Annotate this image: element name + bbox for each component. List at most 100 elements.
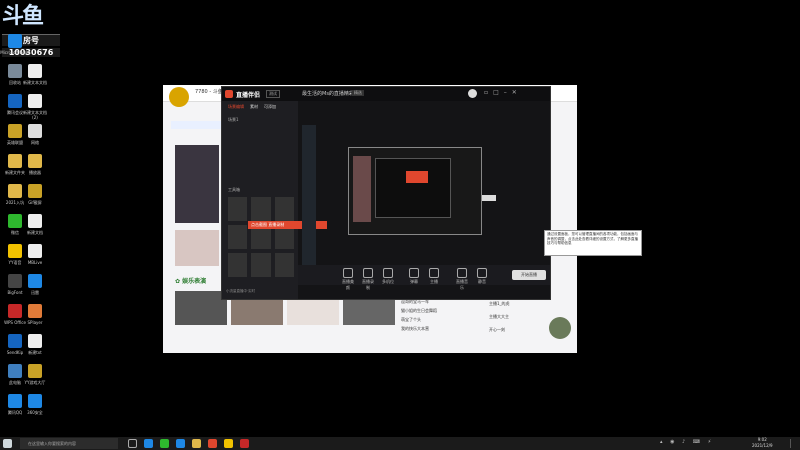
scene-item[interactable]: 场景1 [228,117,292,123]
streaming-app-window[interactable]: 直播伴侣 测试 最生活的Ms的直播精彩 精选 ▫□–✕ 场景编辑 素材 可添加 … [221,86,551,300]
app-icon [28,394,42,408]
app-icon [28,94,42,108]
app-titlebar: 直播伴侣 测试 最生活的Ms的直播精彩 精选 ▫□–✕ [222,87,550,101]
desktop-icon-label: 播放器 [29,170,41,175]
app-icon [8,34,22,48]
tool-icon[interactable] [274,253,294,277]
wechat-icon[interactable] [160,439,169,448]
nested-highlight [406,171,428,183]
tool-icon[interactable] [251,197,271,221]
list-item[interactable]: 萌宝了个头 [401,315,459,324]
taskbar: 在这里输入你要搜索的内容 ▴ ◉ ♪ ⌨ ⚡ 9:02 2021/12/9 [0,437,800,450]
thumbnail[interactable] [175,291,227,325]
scene-tabs: 场景编辑 素材 可添加 [222,101,298,113]
scene-panel: 场景编辑 素材 可添加 场景1 工具箱 点击截图 直播录制 小流量直播中·实时 [222,101,327,299]
desktop-icon[interactable]: YY游戏大厅 [20,364,50,385]
desktop-icon[interactable]: 新建txt [20,334,50,355]
yy-icon[interactable] [224,439,233,448]
header-text: 最生活的Ms的直播精彩 [302,91,354,97]
badge-icon[interactable] [549,317,571,339]
desktop-icon-label: 新建文本文档 [23,80,47,85]
show-desktop-button[interactable] [790,439,797,448]
tab-scene[interactable]: 场景编辑 [228,104,244,110]
list-panel: 逗哥的宝马一车 猫小姐的生日会舞蹈 萌宝了个头 我的快乐大本营 [401,297,459,347]
desktop-icon-label: 360安全 [27,410,43,415]
desktop-icon[interactable]: Gif截屏 [20,184,50,205]
edge-icon[interactable] [144,439,153,448]
anchor-button[interactable]: 主播 [428,268,440,285]
wps-icon[interactable] [240,439,249,448]
right-panel: 主播1_的虎 主播大大主 开心一刻 [489,297,549,337]
tab-add[interactable]: 可添加 [264,104,276,110]
tool-icon[interactable] [228,197,248,221]
desktop-icon-label: YY游戏大厅 [24,380,46,385]
search-box[interactable]: 在这里输入你要搜索的内容 [20,438,118,449]
search-placeholder: 在这里输入你要搜索的内容 [28,441,76,446]
tool-icon[interactable] [228,225,248,249]
record-button[interactable]: 直播录制 [362,268,374,291]
desktop-icon-label: 迅雷 [31,290,39,295]
app-logo-icon [225,90,233,98]
desktop-icon[interactable]: 播放器 [20,154,50,175]
preview-sidebar [302,125,316,265]
desktop-icon[interactable]: SPlayer [20,304,50,325]
desktop-icon[interactable]: 新建文本文档 [20,64,50,85]
tool-icon[interactable] [251,253,271,277]
version-badge[interactable]: 测试 [266,90,280,98]
qq-icon[interactable] [176,439,185,448]
live-app-icon[interactable] [208,439,217,448]
desktop-icon[interactable]: MBLive [20,244,50,265]
clock[interactable]: 9:02 2021/12/9 [752,437,773,449]
system-tray[interactable]: ▴ ◉ ♪ ⌨ ⚡ [660,439,740,448]
footer-status: 小流量直播中·实时 [226,289,256,293]
desktop-icon[interactable]: 网络 [20,124,50,145]
stream-preview[interactable] [348,147,482,235]
nested-preview [375,158,451,218]
task-view-icon[interactable] [128,439,137,448]
start-stream-button[interactable]: 开始直播 [512,270,546,280]
desktop-icon-label: Microsoft Edge [0,50,30,55]
thumbnail[interactable] [175,145,219,223]
explorer-icon[interactable] [192,439,201,448]
desktop-icon-label: 网络 [31,140,39,145]
danmaku-button[interactable]: 弹幕 [408,268,420,285]
app-icon [28,334,42,348]
desktop-icon[interactable]: 新建文档 [20,214,50,235]
desktop-icon-label: Gif截屏 [28,200,42,205]
desktop-icon-label: 新建txt [28,350,42,355]
app-icon [28,154,42,168]
list-item[interactable]: 开心一刻 [489,323,549,336]
leaf-icon: ✿ [175,278,181,285]
multicam-button[interactable]: 多机位 [382,268,394,285]
desktop-icon[interactable]: 新建文本文档 (2) [20,94,50,120]
user-avatar[interactable] [468,89,477,98]
windows-start-icon[interactable] [3,439,12,448]
desktop-icon[interactable]: Microsoft Edge [0,34,30,55]
list-item[interactable]: 猫小姐的生日会舞蹈 [401,306,459,315]
window-controls[interactable]: ▫□–✕ [484,89,522,96]
thumbnail[interactable] [175,230,219,266]
avatar[interactable] [169,87,189,107]
tool-icon[interactable] [228,253,248,277]
mute-button[interactable]: 静音 [476,268,488,285]
music-button[interactable]: 直播音乐 [456,268,468,291]
app-icon [28,274,42,288]
list-item[interactable]: 主播大大主 [489,310,549,323]
app-icon [28,244,42,258]
list-item[interactable]: 我的快乐大本营 [401,324,459,333]
help-tooltip: 通过设置面板，您可以管理直播间的各项功能，包括画面与声音的调整，点击此处查看详细… [544,230,642,256]
bottom-toolbar: 直播美颜 直播录制 多机位 弹幕 主播 直播音乐 静音 开始直播 [298,265,550,290]
browser-tabs[interactable] [171,121,223,129]
section-title: ✿ 娱乐表演 [175,278,207,285]
app-icon [28,364,42,378]
app-icon [28,304,42,318]
app-title: 直播伴侣 [236,92,261,99]
tab-material[interactable]: 素材 [250,104,258,110]
douyu-logo: 斗鱼 [2,4,44,29]
tool-icon[interactable] [274,197,294,221]
beauty-button[interactable]: 直播美颜 [342,268,354,291]
desktop-icon[interactable]: 迅雷 [20,274,50,295]
desktop-icon-label: 新建文本文档 (2) [23,110,47,120]
desktop-icon[interactable]: 360安全 [20,394,50,415]
desktop-icon-label: MBLive [27,260,43,265]
